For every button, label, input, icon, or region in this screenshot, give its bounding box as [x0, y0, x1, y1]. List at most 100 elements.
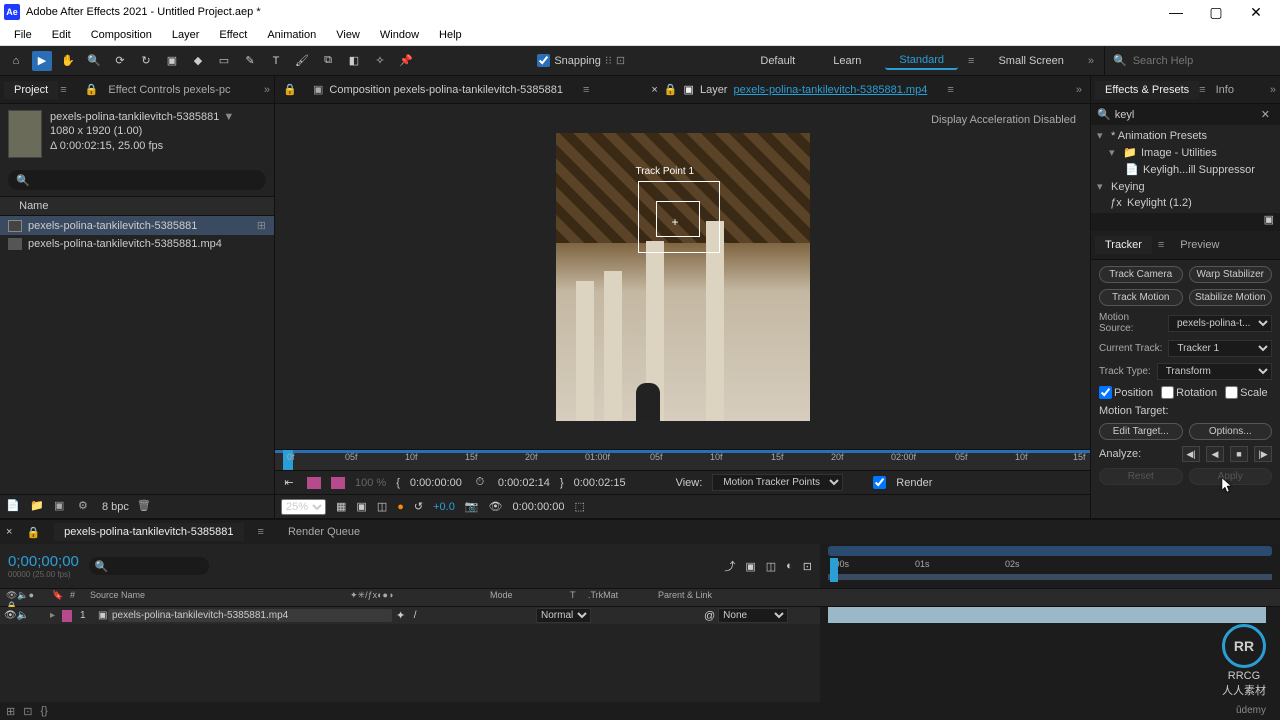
layer-twisty[interactable]: ▸ — [46, 610, 58, 621]
snapping-checkbox[interactable] — [537, 54, 550, 67]
tree-row-keylight[interactable]: ƒxKeylight (1.2) — [1091, 195, 1280, 211]
tracker-tab[interactable]: Tracker — [1095, 236, 1152, 254]
analyze-backward-one-button[interactable]: ◀| — [1182, 446, 1200, 462]
rotation-checkbox[interactable]: Rotation — [1161, 386, 1217, 399]
project-item-comp[interactable]: pexels-polina-tankilevitch-5385881 ⊞ — [0, 216, 274, 235]
warp-stabilizer-button[interactable]: Warp Stabilizer — [1189, 266, 1273, 283]
track-camera-button[interactable]: Track Camera — [1099, 266, 1183, 283]
workspace-learn[interactable]: Learn — [819, 53, 875, 69]
new-comp-icon[interactable]: ▣ — [54, 499, 70, 515]
track-point-attach[interactable]: + — [672, 215, 679, 229]
lock-icon[interactable]: 🔒 — [283, 83, 293, 96]
timeline-layer-row[interactable]: 👁🔈 ▸ 1 ▣ pexels-polina-tankilevitch-5385… — [0, 607, 820, 625]
window-close-button[interactable]: ✕ — [1236, 0, 1276, 24]
tree-row-keying[interactable]: ▾Keying — [1091, 178, 1280, 195]
view-mode-select[interactable]: Motion Tracker Points — [712, 474, 843, 491]
new-bin-icon[interactable]: ▣ — [1264, 214, 1274, 226]
timeline-tab-menu-icon[interactable]: ≡ — [258, 526, 264, 538]
zoom-tool[interactable]: 🔍 — [84, 51, 104, 71]
region-icon[interactable]: ⬚ — [574, 500, 584, 513]
exposure-value[interactable]: +0.0 — [433, 501, 455, 513]
shy-icon[interactable]: ⤴ — [724, 558, 735, 574]
zoom-select[interactable]: 25% — [281, 499, 326, 515]
timeline-navigator[interactable]: :00s 01s 02s — [820, 544, 1280, 588]
layer-label-color[interactable] — [62, 610, 72, 622]
layer-name[interactable]: pexels-polina-tankilevitch-5385881.mp4 — [108, 609, 392, 622]
in-time[interactable]: 0:00:00:00 — [410, 477, 462, 489]
layer-viewport[interactable]: Display Acceleration Disabled Track Poin… — [275, 104, 1090, 449]
scale-checkbox[interactable]: Scale — [1225, 386, 1268, 399]
composition-viewer-tab[interactable]: ▣ Composition pexels-polina-tankilevitch… — [305, 80, 571, 99]
selection-tool[interactable]: ▶ — [32, 51, 52, 71]
blend-mode-select[interactable]: Normal — [536, 608, 591, 623]
info-tab[interactable]: Info — [1206, 81, 1244, 99]
shape-tool[interactable]: ▭ — [214, 51, 234, 71]
current-timecode[interactable]: 0;00;00;00 — [8, 553, 79, 570]
analyze-forward-button[interactable]: |▶ — [1254, 446, 1272, 462]
project-item-footage[interactable]: pexels-polina-tankilevitch-5385881.mp4 — [0, 235, 274, 253]
puppet-tool[interactable]: 📌 — [396, 51, 416, 71]
tracker-panel-menu-icon[interactable]: ≡ — [1158, 239, 1164, 251]
close-tab-icon[interactable]: × — [651, 84, 657, 96]
workspace-menu-icon[interactable]: ≡ — [968, 55, 974, 67]
motion-source-select[interactable]: pexels-polina-t... — [1168, 315, 1272, 332]
menu-effect[interactable]: Effect — [209, 27, 257, 43]
preview-time[interactable]: 0:00:00:00 — [512, 501, 564, 513]
hand-tool[interactable]: ✋ — [58, 51, 78, 71]
tree-row-keylight-suppressor[interactable]: 📄Keyligh...ill Suppressor — [1091, 161, 1280, 178]
effects-presets-tab[interactable]: Effects & Presets — [1095, 81, 1199, 99]
window-maximize-button[interactable]: ▢ — [1196, 0, 1236, 24]
lock-icon[interactable]: 🔒 — [664, 83, 678, 96]
tab-menu-icon[interactable]: ≡ — [583, 84, 589, 96]
frame-blend-icon[interactable]: ◫ — [766, 560, 776, 573]
out-point-icon[interactable] — [331, 477, 345, 489]
project-search[interactable]: 🔍 — [8, 170, 266, 190]
toggle-in-out-icon[interactable]: {} — [40, 705, 47, 717]
effects-search-input[interactable] — [1115, 109, 1257, 121]
workspace-default[interactable]: Default — [746, 53, 809, 69]
roto-tool[interactable]: ✧ — [370, 51, 390, 71]
clone-tool[interactable]: ⧉ — [318, 51, 338, 71]
new-folder-icon[interactable]: 📁 — [30, 499, 46, 515]
motion-blur-icon[interactable]: ◐ — [786, 560, 793, 572]
disclosure-icon[interactable]: ▼ — [223, 111, 234, 123]
pen-tool[interactable]: ✎ — [240, 51, 260, 71]
magnification-readout[interactable]: 100 % — [355, 477, 386, 489]
resolution-icon[interactable]: ▦ — [336, 500, 346, 513]
home-tool[interactable]: ⌂ — [6, 51, 26, 71]
options-button[interactable]: Options... — [1189, 423, 1273, 440]
menu-view[interactable]: View — [326, 27, 370, 43]
render-queue-tab[interactable]: Render Queue — [278, 523, 370, 541]
track-type-select[interactable]: Transform — [1157, 363, 1272, 380]
parent-select[interactable]: None — [718, 608, 788, 623]
graph-editor-icon[interactable]: ⊡ — [803, 560, 812, 573]
track-motion-button[interactable]: Track Motion — [1099, 289, 1183, 306]
workspace-standard[interactable]: Standard — [885, 52, 958, 70]
menu-animation[interactable]: Animation — [257, 27, 326, 43]
show-snapshot-icon[interactable]: 👁 — [489, 500, 503, 513]
effect-controls-tab[interactable]: Effect Controls pexels-pc — [98, 81, 240, 99]
menu-window[interactable]: Window — [370, 27, 429, 43]
transparency-grid-icon[interactable]: ▣ — [356, 500, 366, 513]
right-tabs-overflow-icon[interactable]: » — [1270, 84, 1276, 96]
eraser-tool[interactable]: ◧ — [344, 51, 364, 71]
interpret-footage-icon[interactable]: 📄 — [6, 499, 22, 515]
layer-time-ruler[interactable]: 0f 05f 10f 15f 20f 01:00f 05f 10f 15f 20… — [275, 449, 1090, 470]
project-tabs-overflow-icon[interactable]: » — [264, 84, 270, 96]
layer-source-link[interactable]: pexels-polina-tankilevitch-5385881.mp4 — [733, 84, 927, 96]
mask-icon[interactable]: ◫ — [377, 500, 387, 513]
viewer-tabs-overflow-icon[interactable]: » — [1076, 84, 1082, 96]
camera-tool[interactable]: ▣ — [162, 51, 182, 71]
timeline-playhead[interactable] — [830, 558, 838, 582]
menu-file[interactable]: File — [4, 27, 42, 43]
draft3d-icon[interactable]: ▣ — [745, 560, 755, 573]
switch-icon[interactable]: ✦ — [396, 609, 405, 622]
timeline-comp-tab[interactable]: pexels-polina-tankilevitch-5385881 — [54, 523, 243, 541]
toggle-switches-icon[interactable]: ⊞ — [6, 705, 15, 718]
project-list-header-name[interactable]: Name — [0, 196, 274, 216]
channel-icon[interactable]: ● — [397, 501, 404, 513]
tree-row-animation-presets[interactable]: ▾* Animation Presets — [1091, 127, 1280, 144]
menu-layer[interactable]: Layer — [162, 27, 210, 43]
workspace-small-screen[interactable]: Small Screen — [984, 53, 1077, 69]
position-checkbox[interactable]: Position — [1099, 386, 1153, 399]
